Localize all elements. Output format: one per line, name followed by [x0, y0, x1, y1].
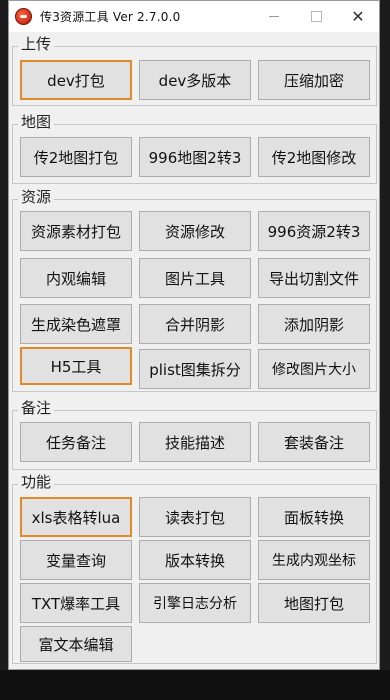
h5-tools-button[interactable]: H5工具 — [20, 347, 132, 385]
group-map-title: 地图 — [18, 112, 55, 132]
txt-drop-rate-button[interactable]: TXT爆率工具 — [20, 583, 132, 623]
group-notes-title: 备注 — [18, 398, 55, 418]
xls-to-lua-button[interactable]: xls表格转lua — [20, 497, 132, 537]
dye-mask-button[interactable]: 生成染色遮罩 — [20, 304, 132, 344]
task-notes-button[interactable]: 任务备注 — [20, 422, 132, 462]
inner-coords-button[interactable]: 生成内观坐标 — [258, 540, 370, 580]
group-notes: 备注 任务备注 技能描述 套装备注 — [12, 398, 377, 470]
minimize-icon — [269, 16, 279, 17]
map-pack-button[interactable]: 地图打包 — [258, 583, 370, 623]
maximize-icon — [310, 11, 322, 22]
group-functions-title: 功能 — [18, 472, 55, 492]
dev-pack-button[interactable]: dev打包 — [20, 60, 132, 100]
resource-996-convert-button[interactable]: 996资源2转3 — [258, 211, 370, 251]
plist-split-button[interactable]: plist图集拆分 — [139, 349, 251, 389]
group-resource-title: 资源 — [18, 187, 55, 207]
rich-text-edit-button[interactable]: 富文本编辑 — [20, 626, 132, 662]
background-window-right — [380, 0, 390, 700]
resource-pack-button[interactable]: 资源素材打包 — [20, 211, 132, 251]
map2-pack-button[interactable]: 传2地图打包 — [20, 137, 132, 177]
merge-shadow-button[interactable]: 合并阴影 — [139, 304, 251, 344]
panel-convert-button[interactable]: 面板转换 — [258, 497, 370, 537]
group-resource: 资源 资源素材打包 资源修改 996资源2转3 内观编辑 图片工具 导出切割文件… — [12, 187, 377, 392]
app-window: 传3资源工具 Ver 2.7.0.0 ✕ 上传 dev打包 dev多版本 压缩加… — [8, 0, 380, 670]
group-upload-title: 上传 — [18, 34, 55, 54]
background-taskbar — [0, 670, 390, 700]
close-icon: ✕ — [351, 7, 365, 26]
variable-query-button[interactable]: 变量查询 — [20, 540, 132, 580]
set-notes-button[interactable]: 套装备注 — [258, 422, 370, 462]
map2-edit-button[interactable]: 传2地图修改 — [258, 137, 370, 177]
maximize-button[interactable] — [295, 1, 337, 32]
add-shadow-button[interactable]: 添加阴影 — [258, 304, 370, 344]
minimize-button[interactable] — [253, 1, 295, 32]
group-map: 地图 传2地图打包 996地图2转3 传2地图修改 — [12, 112, 377, 184]
engine-log-button[interactable]: 引擎日志分析 — [139, 583, 251, 623]
group-upload: 上传 dev打包 dev多版本 压缩加密 — [12, 34, 377, 106]
image-tools-button[interactable]: 图片工具 — [139, 258, 251, 298]
inner-view-edit-button[interactable]: 内观编辑 — [20, 258, 132, 298]
compress-encrypt-button[interactable]: 压缩加密 — [258, 60, 370, 100]
window-controls: ✕ — [253, 1, 379, 32]
version-convert-button[interactable]: 版本转换 — [139, 540, 251, 580]
title-bar[interactable]: 传3资源工具 Ver 2.7.0.0 ✕ — [9, 1, 379, 32]
group-functions: 功能 xls表格转lua 读表打包 面板转换 变量查询 版本转换 生成内观坐标 … — [12, 472, 377, 664]
background-window-left — [0, 0, 8, 700]
resize-image-button[interactable]: 修改图片大小 — [258, 349, 370, 389]
skill-desc-button[interactable]: 技能描述 — [139, 422, 251, 462]
close-button[interactable]: ✕ — [337, 1, 379, 32]
window-title: 传3资源工具 Ver 2.7.0.0 — [40, 10, 181, 24]
resource-edit-button[interactable]: 资源修改 — [139, 211, 251, 251]
export-cut-file-button[interactable]: 导出切割文件 — [258, 258, 370, 298]
map-996-convert-button[interactable]: 996地图2转3 — [139, 137, 251, 177]
read-table-pack-button[interactable]: 读表打包 — [139, 497, 251, 537]
app-logo-icon — [15, 8, 32, 25]
dev-multi-version-button[interactable]: dev多版本 — [139, 60, 251, 100]
